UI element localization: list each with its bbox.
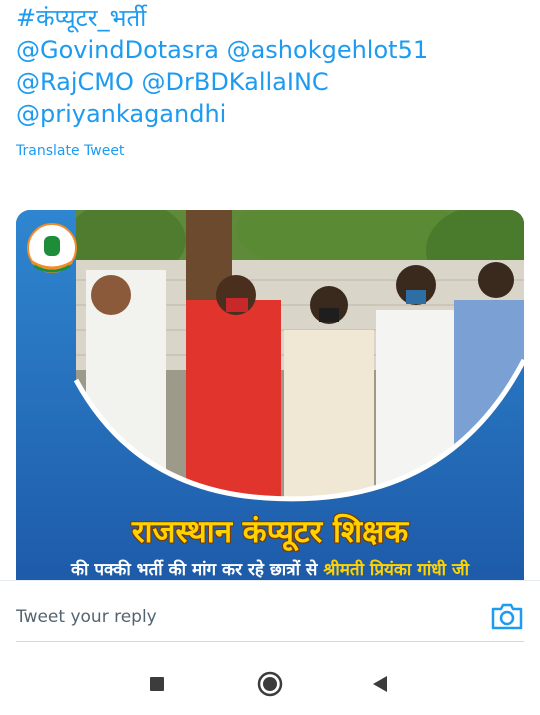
reply-composer[interactable]: Tweet your reply xyxy=(0,580,540,653)
poster-subline-part1: की पक्की भर्ती की मांग कर रहे छात्रों से xyxy=(70,560,324,580)
mention-line-1[interactable]: @GovindDotasra @ashokgehlot51 xyxy=(16,34,526,66)
back-triangle-icon[interactable] xyxy=(366,670,394,698)
home-circle-icon[interactable] xyxy=(256,670,284,698)
tweet-screen: #कंप्यूटर_भर्ती @GovindDotasra @ashokgeh… xyxy=(0,0,540,715)
mention-line-3[interactable]: @priyankagandhi xyxy=(16,98,526,130)
camera-icon[interactable] xyxy=(490,601,524,631)
translate-tweet-link[interactable]: Translate Tweet xyxy=(16,143,526,159)
tweet-media-image[interactable]: राजस्थान कंप्यूटर शिक्षक की पक्की भर्ती … xyxy=(16,210,524,590)
hashtag-link[interactable]: #कंप्यूटर_भर्ती xyxy=(16,2,526,34)
recents-square-icon[interactable] xyxy=(144,670,172,698)
reply-divider xyxy=(16,641,524,642)
tweet-text: #कंप्यूटर_भर्ती @GovindDotasra @ashokgeh… xyxy=(16,0,526,159)
system-navigation-bar xyxy=(0,652,540,715)
mention-line-2[interactable]: @RajCMO @DrBDKallaINC xyxy=(16,66,526,98)
congress-logo xyxy=(27,223,77,273)
poster-headline: राजस्थान कंप्यूटर शिक्षक xyxy=(131,514,409,550)
reply-input[interactable]: Tweet your reply xyxy=(16,607,157,627)
poster-subline-part2: श्रीमती प्रियंका गांधी जी xyxy=(323,560,470,580)
poster-subline: की पक्की भर्ती की मांग कर रहे छात्रों से… xyxy=(16,558,524,582)
